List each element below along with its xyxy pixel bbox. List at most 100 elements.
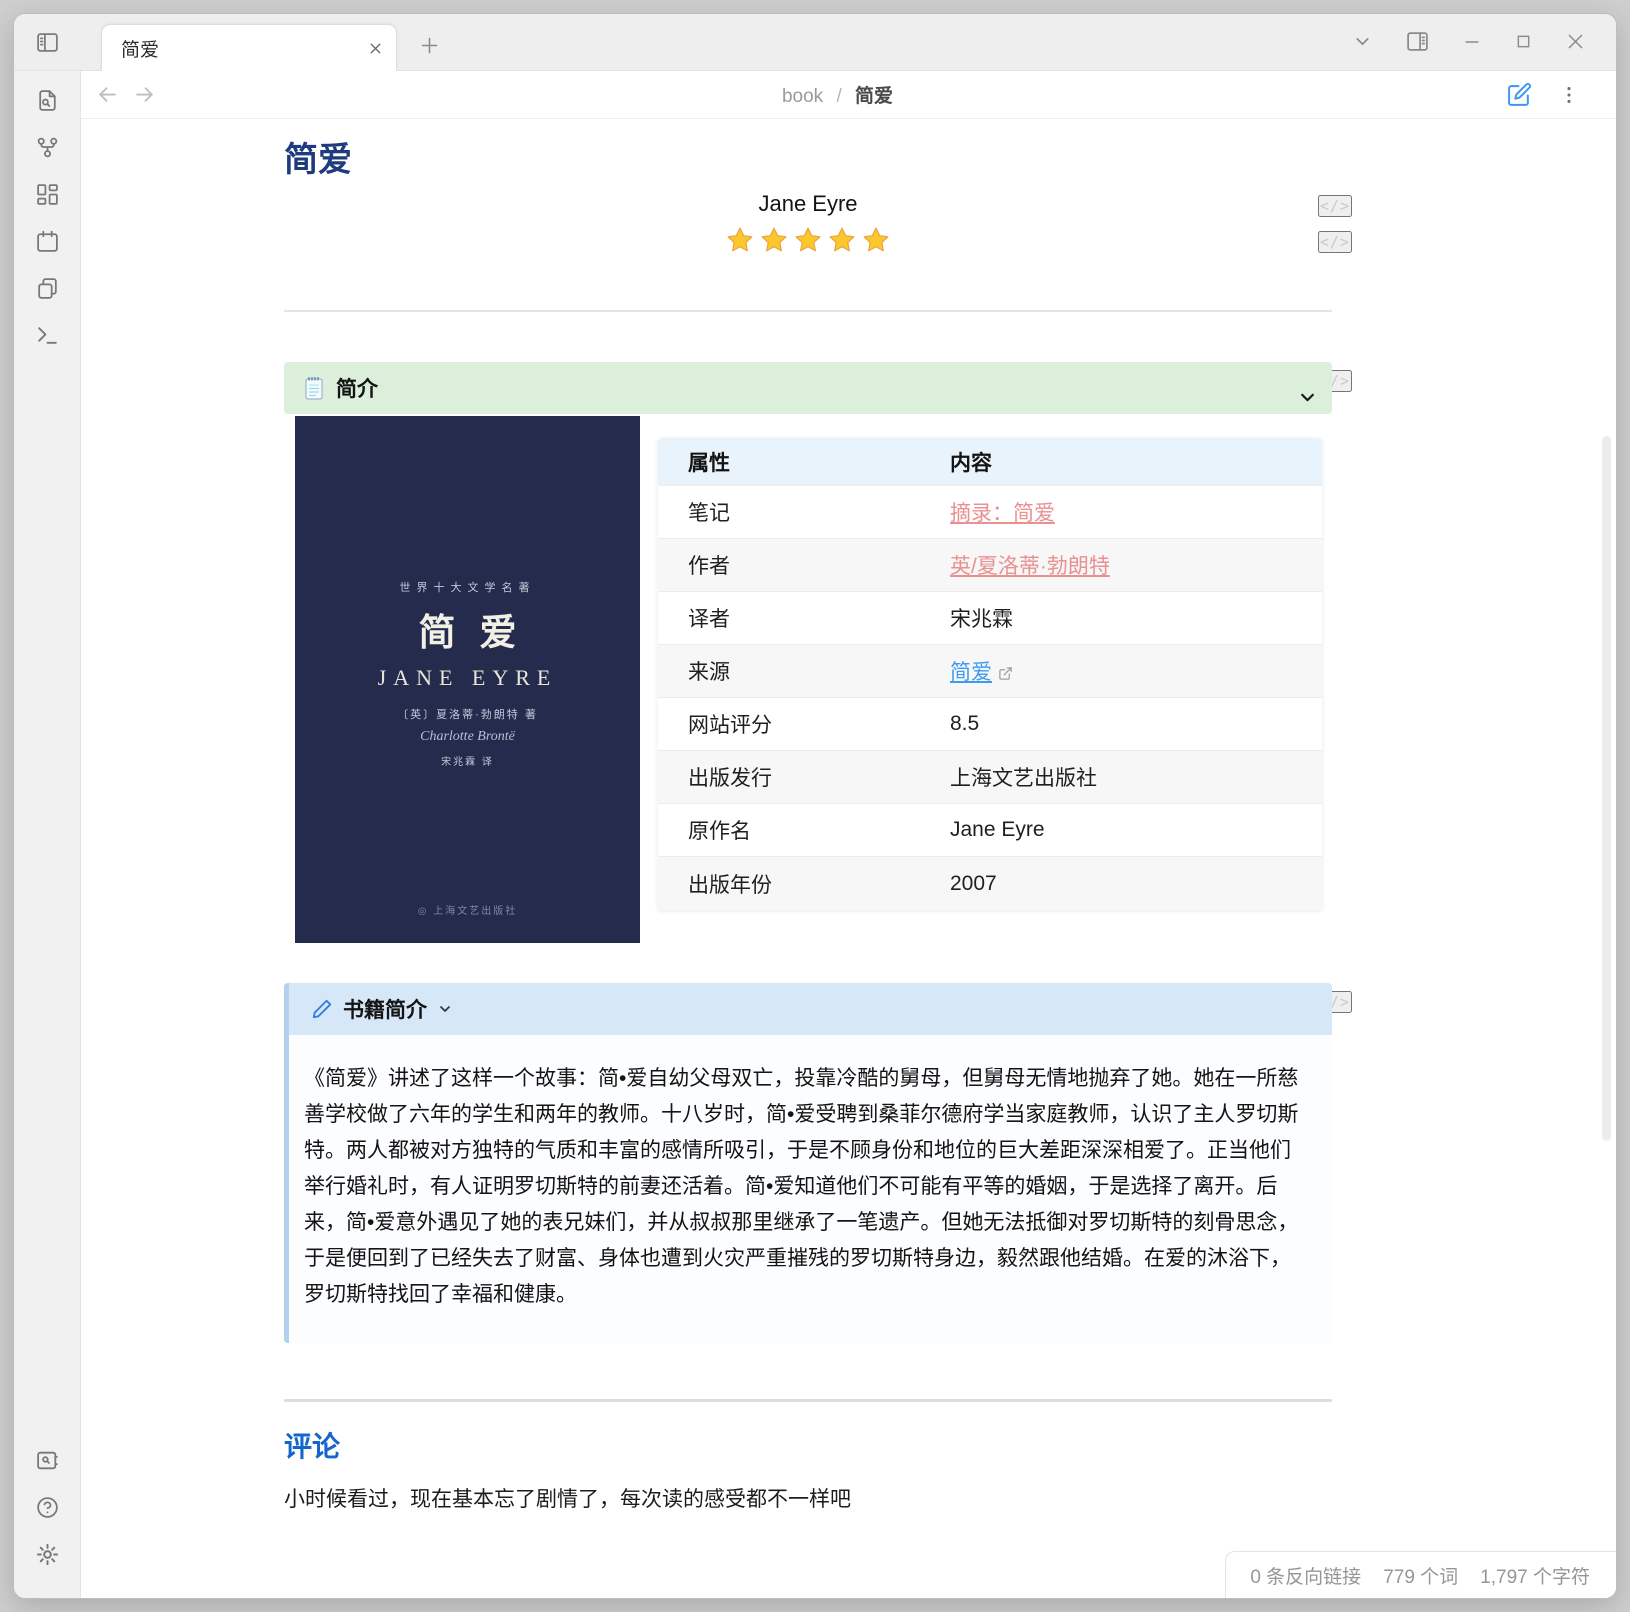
right-sidebar-toggle-icon[interactable] bbox=[1405, 29, 1430, 54]
row-label: 出版发行 bbox=[658, 751, 920, 804]
settings-gear-icon[interactable] bbox=[30, 1537, 64, 1571]
cover-publisher: ◎ 上海文艺出版社 bbox=[295, 902, 640, 917]
close-icon[interactable] bbox=[1565, 31, 1586, 52]
canvas-icon[interactable] bbox=[30, 177, 64, 211]
cover-author: 〔英〕夏洛蒂·勃朗特 著 bbox=[397, 706, 538, 722]
row-value: 宋兆霖 bbox=[920, 592, 1322, 645]
more-options-icon[interactable] bbox=[1558, 84, 1580, 106]
row-label: 出版年份 bbox=[658, 857, 920, 910]
comment-text: 小时候看过，现在基本忘了剧情了，每次读的感受都不一样吧 bbox=[284, 1485, 1332, 1515]
star-icon bbox=[862, 226, 890, 254]
chevron-down-icon[interactable] bbox=[437, 1001, 453, 1017]
back-icon[interactable] bbox=[95, 82, 120, 107]
star-icon bbox=[828, 226, 856, 254]
calendar-icon[interactable] bbox=[30, 224, 64, 258]
tab-list-chevron-icon[interactable] bbox=[1352, 31, 1373, 52]
edit-block-icon[interactable]: </> bbox=[1318, 231, 1352, 253]
vault-switcher-icon[interactable] bbox=[30, 1443, 64, 1477]
row-label: 原作名 bbox=[658, 804, 920, 857]
breadcrumb: book / 简爱 bbox=[215, 81, 1460, 108]
backlinks-count[interactable]: 0 条反向链接 bbox=[1250, 1562, 1361, 1589]
summary-callout-title: 书籍简介 bbox=[343, 994, 427, 1024]
ribbon bbox=[14, 71, 81, 1598]
editor: </> </> </> </> 简爱 Jane Eyre bbox=[81, 119, 1616, 1598]
char-count: 1,797 个字符 bbox=[1480, 1562, 1590, 1589]
intro-callout-title: 简介 bbox=[336, 373, 378, 403]
cover-translator: 宋兆霖 译 bbox=[441, 753, 494, 768]
row-label: 来源 bbox=[658, 645, 920, 698]
table-row: 出版发行上海文艺出版社 bbox=[658, 751, 1322, 804]
table-header-content: 内容 bbox=[920, 438, 1322, 486]
row-value: 上海文艺出版社 bbox=[920, 751, 1322, 804]
page-title: 简爱 bbox=[284, 140, 1332, 181]
row-value: 简爱 bbox=[920, 645, 1322, 698]
internal-link[interactable]: 摘录：简爱 bbox=[950, 502, 1055, 525]
star-icon bbox=[726, 226, 754, 254]
main-pane: book / 简爱 bbox=[81, 71, 1616, 1598]
cover-series: 世界十大文学名著 bbox=[400, 579, 536, 595]
summary-callout-header[interactable]: 书籍简介 bbox=[289, 983, 1332, 1035]
row-value: 英/夏洛蒂·勃朗特 bbox=[920, 539, 1322, 592]
row-value: 摘录：简爱 bbox=[920, 486, 1322, 539]
tab-title: 简爱 bbox=[121, 35, 367, 62]
scrollbar-thumb[interactable] bbox=[1602, 436, 1611, 1141]
cover-title-cn: 简爱 bbox=[395, 602, 541, 656]
row-value: 2007 bbox=[920, 857, 1322, 910]
row-value: 8.5 bbox=[920, 698, 1322, 751]
breadcrumb-current[interactable]: 简爱 bbox=[855, 86, 893, 107]
summary-callout-body: 《简爱》讲述了这样一个故事：简•爱自幼父母双亡，投靠冷酷的舅母，但舅母无情地抛弃… bbox=[289, 1035, 1332, 1343]
tab-jane-eyre[interactable]: 简爱 bbox=[101, 24, 397, 71]
external-link-icon bbox=[998, 666, 1013, 681]
table-header-attribute: 属性 bbox=[658, 438, 920, 486]
maximize-icon[interactable] bbox=[1514, 32, 1533, 51]
chevron-down-icon[interactable] bbox=[1297, 387, 1318, 408]
edit-block-icon[interactable]: </> bbox=[1318, 195, 1352, 217]
summary-text: 《简爱》讲述了这样一个故事：简•爱自幼父母双亡，投靠冷酷的舅母，但舅母无情地抛弃… bbox=[304, 1061, 1310, 1313]
intro-content: 世界十大文学名著 简爱 JANE EYRE 〔英〕夏洛蒂·勃朗特 著 Charl… bbox=[284, 416, 1332, 943]
notepad-icon bbox=[302, 375, 326, 401]
table-row: 来源 简爱 bbox=[658, 645, 1322, 698]
row-label: 译者 bbox=[658, 592, 920, 645]
tab-close-icon[interactable] bbox=[367, 40, 384, 57]
row-label: 作者 bbox=[658, 539, 920, 592]
row-value: Jane Eyre bbox=[920, 804, 1322, 857]
minimize-icon[interactable] bbox=[1462, 32, 1482, 52]
app-window: 简爱 bbox=[13, 13, 1617, 1599]
breadcrumb-parent[interactable]: book bbox=[782, 86, 823, 107]
comments-heading: 评论 bbox=[284, 1425, 1332, 1465]
note-subtitle: Jane Eyre bbox=[284, 189, 1332, 219]
forward-icon[interactable] bbox=[132, 82, 157, 107]
table-row: 作者 英/夏洛蒂·勃朗特 bbox=[658, 539, 1322, 592]
search-file-icon[interactable] bbox=[30, 83, 64, 117]
internal-link[interactable]: 英/夏洛蒂·勃朗特 bbox=[950, 555, 1110, 578]
tab-strip: 简爱 bbox=[14, 14, 1616, 71]
table-row: 译者宋兆霖 bbox=[658, 592, 1322, 645]
book-cover-image[interactable]: 世界十大文学名著 简爱 JANE EYRE 〔英〕夏洛蒂·勃朗特 著 Charl… bbox=[295, 416, 640, 943]
note-header: book / 简爱 bbox=[81, 71, 1616, 119]
graph-view-icon[interactable] bbox=[30, 130, 64, 164]
summary-callout: 书籍简介 《简爱》讲述了这样一个故事：简•爱自幼父母双亡，投靠冷酷的舅母，但舅母… bbox=[284, 983, 1332, 1343]
intro-callout-header[interactable]: 简介 bbox=[284, 362, 1332, 414]
word-count: 779 个词 bbox=[1383, 1562, 1458, 1589]
status-bar: 0 条反向链接 779 个词 1,797 个字符 bbox=[1225, 1551, 1616, 1598]
external-link[interactable]: 简爱 bbox=[950, 661, 992, 684]
cover-author-en: Charlotte Brontë bbox=[420, 729, 515, 745]
help-icon[interactable] bbox=[30, 1490, 64, 1524]
terminal-icon[interactable] bbox=[30, 318, 64, 352]
left-sidebar-toggle-icon[interactable] bbox=[35, 30, 60, 55]
copy-files-icon[interactable] bbox=[30, 271, 64, 305]
star-icon bbox=[760, 226, 788, 254]
row-label: 网站评分 bbox=[658, 698, 920, 751]
pencil-icon bbox=[311, 998, 333, 1020]
table-row: 网站评分8.5 bbox=[658, 698, 1322, 751]
cover-title-en: JANE EYRE bbox=[378, 665, 558, 691]
info-table: 属性 内容 笔记摘录：简爱作者英/夏洛蒂·勃朗特译者宋兆霖来源简爱网站评分8.5… bbox=[658, 438, 1322, 910]
new-tab-icon[interactable] bbox=[419, 35, 440, 56]
table-row: 原作名Jane Eyre bbox=[658, 804, 1322, 857]
divider bbox=[284, 310, 1332, 312]
divider bbox=[284, 1399, 1332, 1402]
star-icon bbox=[794, 226, 822, 254]
edit-mode-icon[interactable] bbox=[1507, 82, 1532, 107]
table-row: 出版年份2007 bbox=[658, 857, 1322, 910]
breadcrumb-separator: / bbox=[836, 86, 841, 107]
